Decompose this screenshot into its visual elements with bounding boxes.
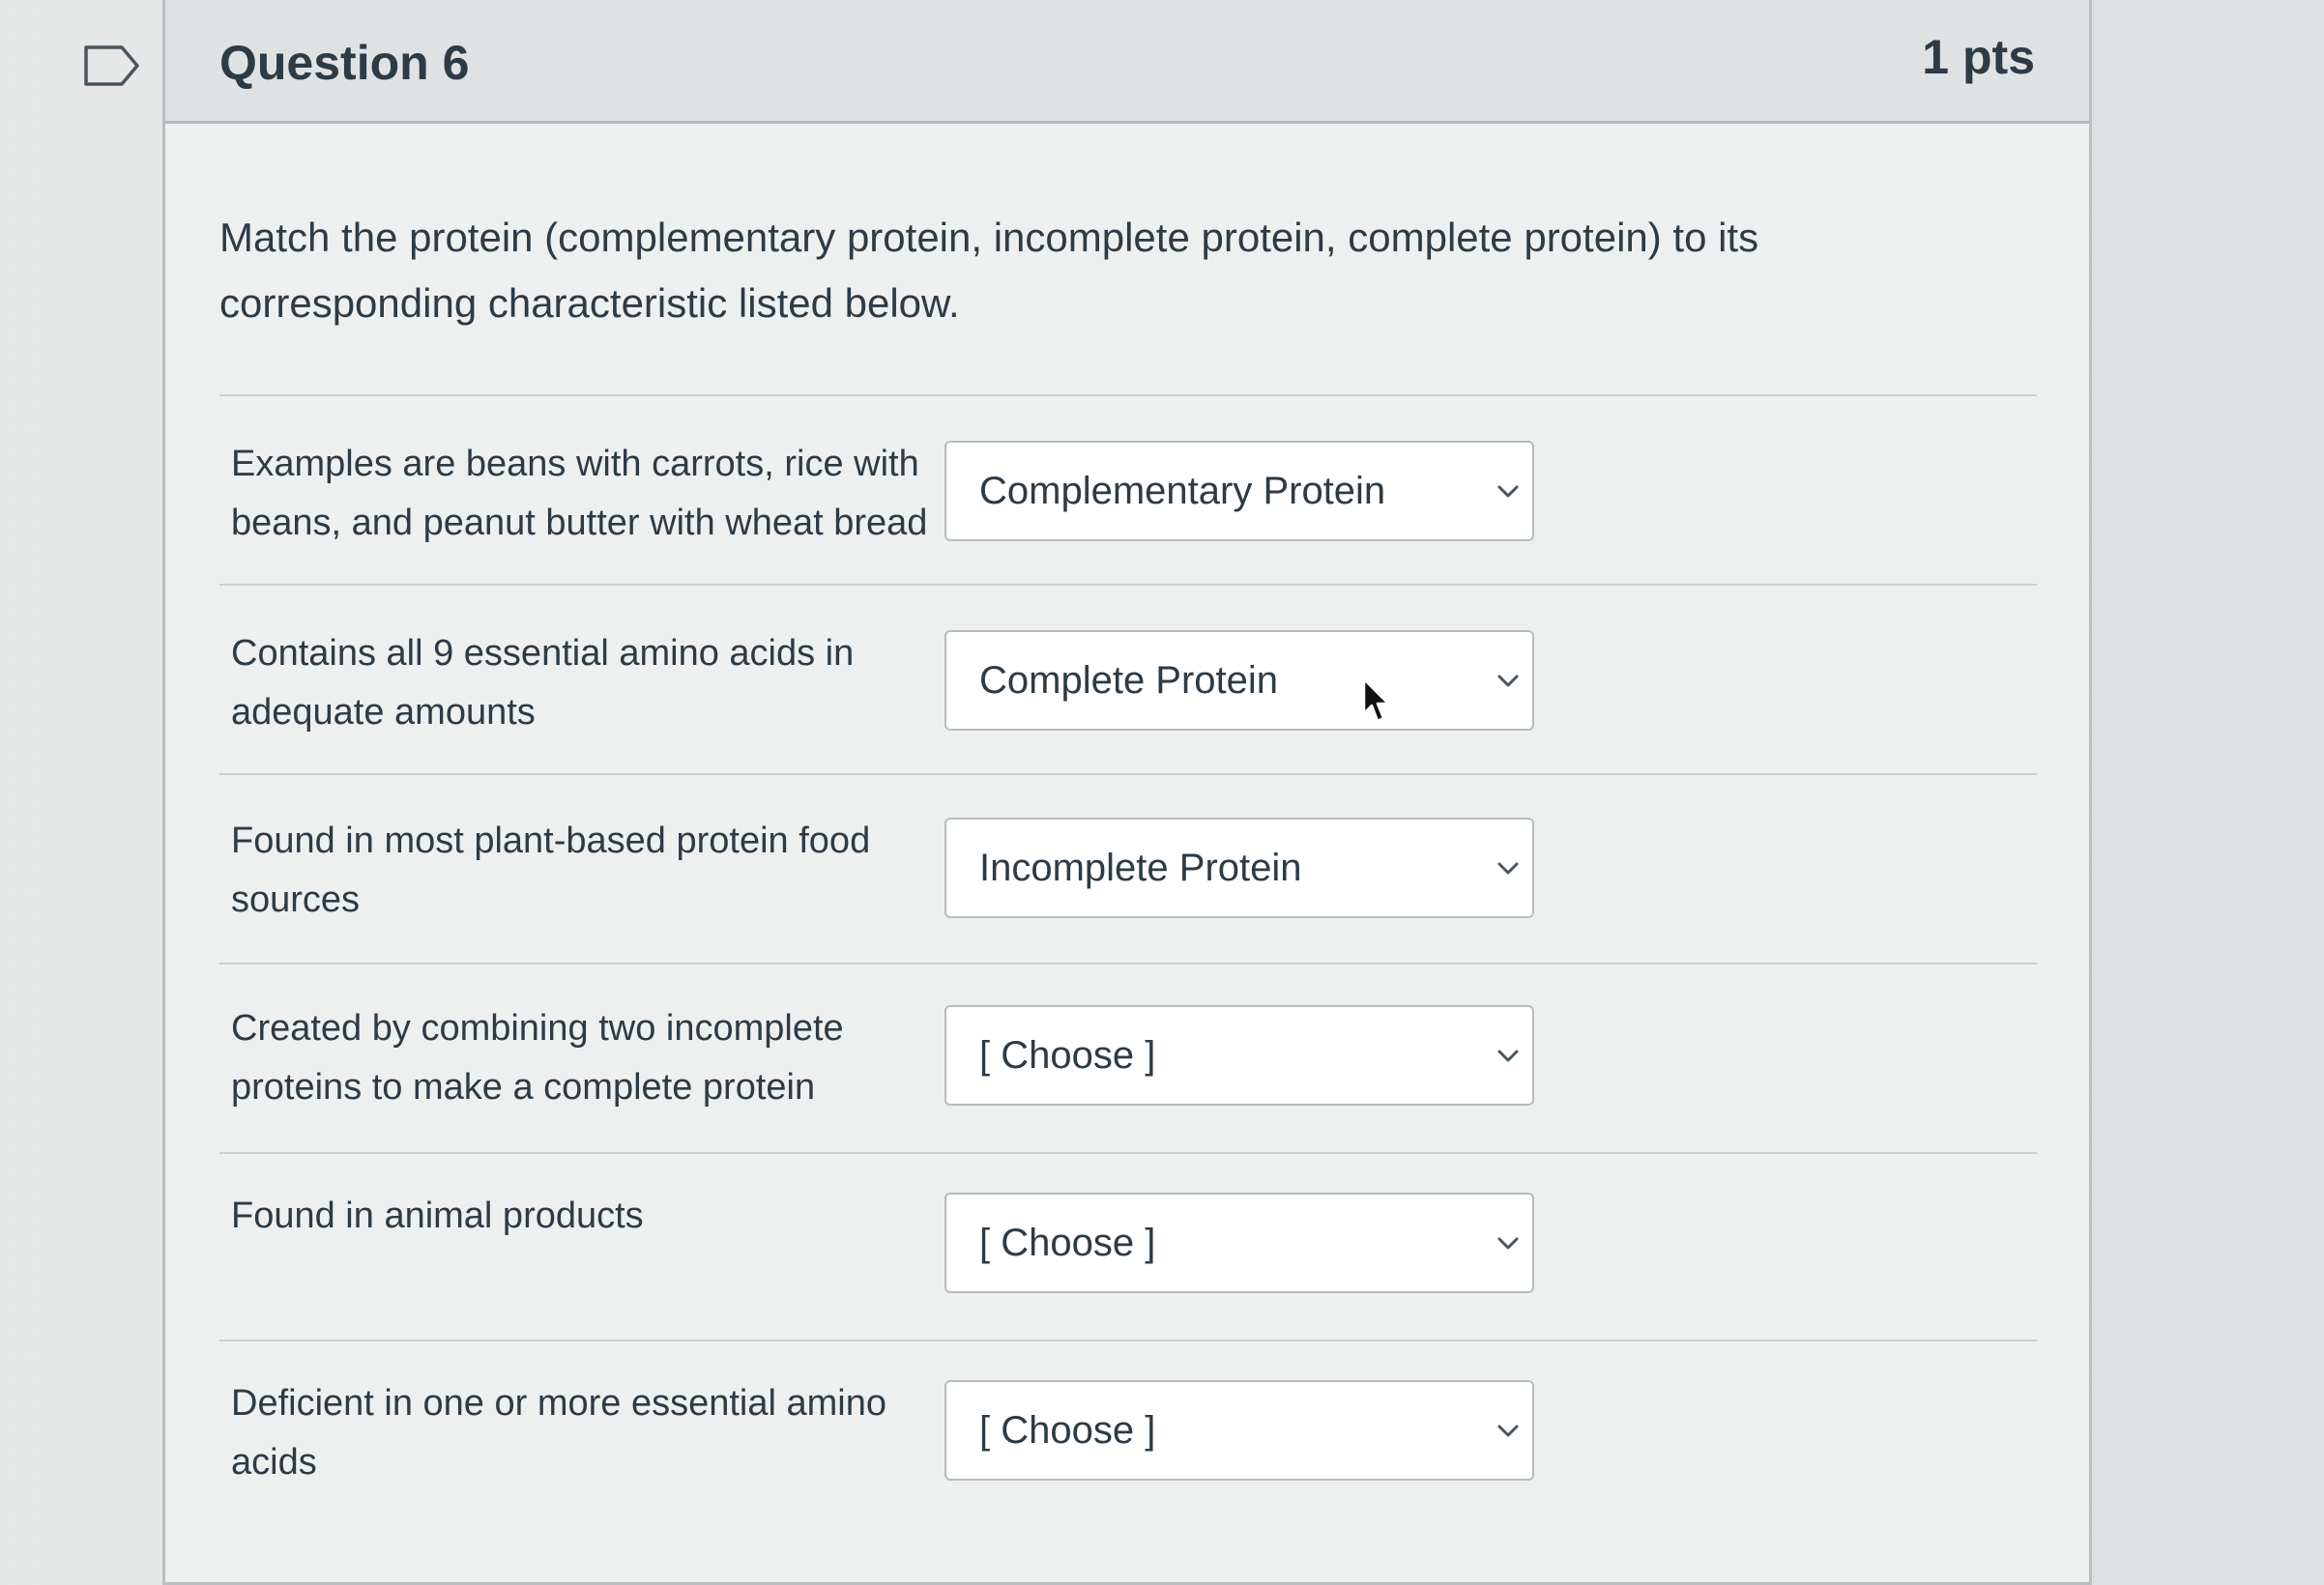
selected-answer: [ Choose ] [979, 1222, 1156, 1264]
divider [219, 963, 2037, 965]
divider [219, 394, 2037, 396]
divider [219, 1152, 2037, 1154]
row-label: Found in animal products [231, 1196, 644, 1236]
chevron-down-icon [1497, 675, 1519, 687]
row-label: Contains all 9 essential amino acids in … [231, 633, 855, 733]
divider [219, 1340, 2037, 1341]
chevron-down-icon [1497, 485, 1519, 498]
match-row: Deficient in one or more essential amino… [165, 1365, 2089, 1548]
chevron-down-icon [1497, 1237, 1519, 1250]
match-row: Found in most plant-based protein food s… [165, 802, 2089, 986]
divider [219, 773, 2037, 775]
selected-answer: [ Choose ] [979, 1409, 1156, 1452]
selected-answer: [ Choose ] [979, 1034, 1156, 1077]
mouse-cursor-icon [1362, 677, 1390, 723]
question-points: 1 pts [1922, 30, 2035, 84]
row-label: Examples are beans with carrots, rice wi… [231, 444, 928, 543]
divider [219, 584, 2037, 586]
answer-dropdown[interactable]: [ Choose ] [944, 1005, 1534, 1106]
question-prompt: Match the protein (complementary protein… [219, 215, 1759, 326]
match-row: Contains all 9 essential amino acids in … [165, 615, 2089, 798]
row-label: Found in most plant-based protein food s… [231, 821, 871, 920]
selected-answer: Incomplete Protein [979, 847, 1302, 889]
match-row: Found in animal products [ Choose ] [165, 1177, 2089, 1361]
answer-dropdown[interactable]: [ Choose ] [944, 1380, 1534, 1481]
selected-answer: Complementary Protein [979, 470, 1386, 512]
match-row: Examples are beans with carrots, rice wi… [165, 425, 2089, 609]
question-header: Question 6 1 pts [165, 0, 2089, 124]
flag-icon[interactable] [83, 44, 141, 87]
row-label: Created by combining two incomplete prot… [231, 1008, 844, 1108]
match-row: Created by combining two incomplete prot… [165, 990, 2089, 1173]
chevron-down-icon [1497, 1425, 1519, 1437]
answer-dropdown[interactable]: Incomplete Protein [944, 818, 1534, 918]
answer-dropdown[interactable]: [ Choose ] [944, 1193, 1534, 1293]
question-title: Question 6 [219, 36, 470, 90]
chevron-down-icon [1497, 862, 1519, 875]
row-label: Deficient in one or more essential amino… [231, 1383, 887, 1483]
answer-dropdown[interactable]: Complete Protein [944, 630, 1534, 731]
answer-dropdown[interactable]: Complementary Protein [944, 441, 1534, 541]
question-card: Question 6 1 pts Match the protein (comp… [162, 0, 2092, 1585]
selected-answer: Complete Protein [979, 659, 1279, 702]
chevron-down-icon [1497, 1050, 1519, 1062]
